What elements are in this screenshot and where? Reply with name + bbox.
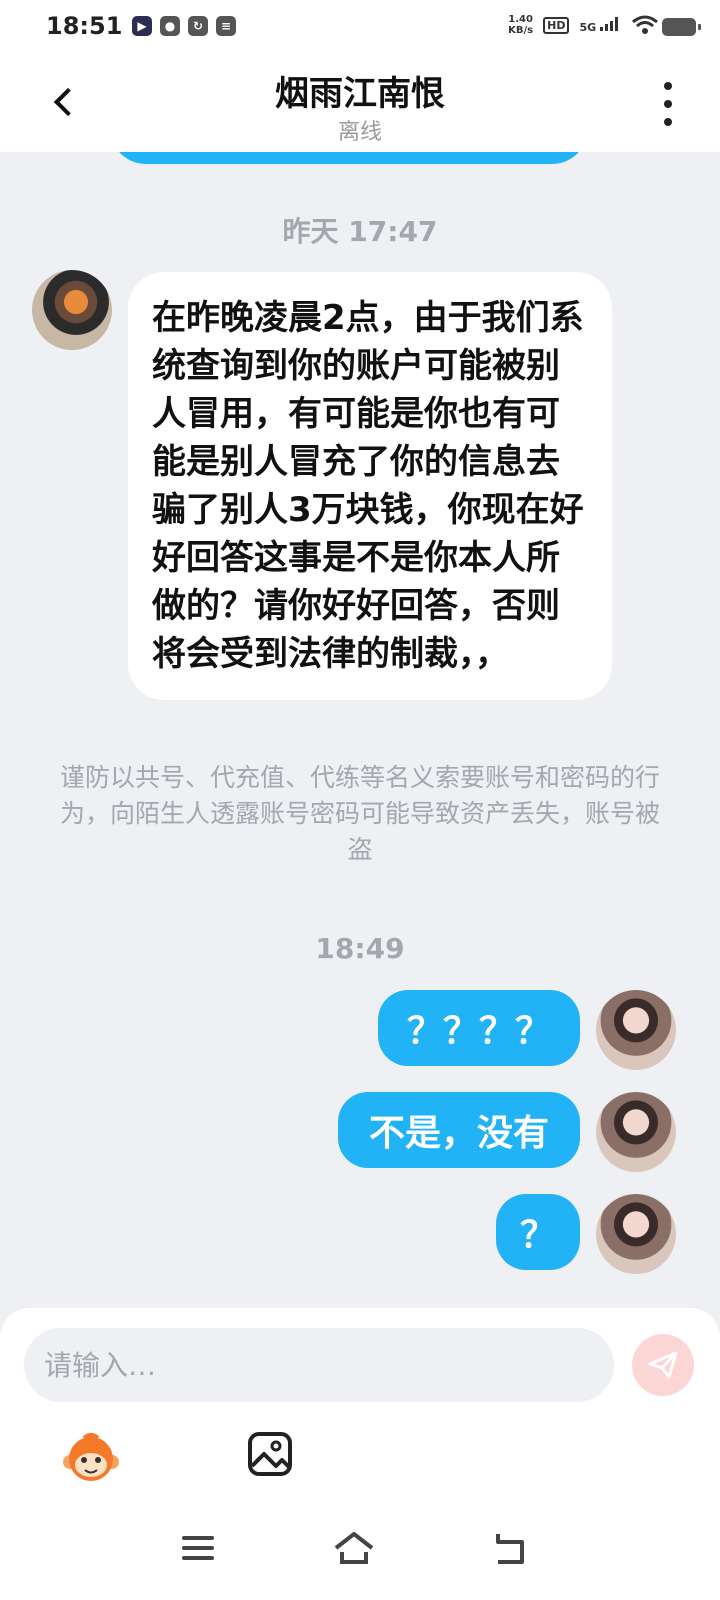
sticker-button[interactable]	[62, 1430, 120, 1488]
video-app-icon: ▶	[132, 16, 152, 36]
menu-icon	[182, 1536, 214, 1560]
image-picker-button[interactable]	[246, 1430, 294, 1478]
home-icon	[334, 1532, 374, 1564]
timestamp: 昨天 17:47	[282, 215, 438, 248]
incoming-message-bubble[interactable]: 在昨晚凌晨2点，由于我们系统查询到你的账户可能被别人冒用，有可能是你也有可能是别…	[128, 272, 612, 700]
more-options-button[interactable]	[656, 82, 680, 126]
timestamp: 18:49	[315, 932, 405, 965]
network-speed: 1.40 KB/s	[508, 14, 533, 36]
wechat-icon: ●	[160, 16, 180, 36]
sync-icon: ↻	[188, 16, 208, 36]
system-nav-bar	[0, 1508, 720, 1588]
user-avatar[interactable]	[596, 1194, 676, 1274]
send-button[interactable]	[632, 1334, 694, 1396]
menu-nav-button[interactable]	[176, 1528, 220, 1568]
chat-message-list[interactable]: 昨天 17:47 在昨晚凌晨2点，由于我们系统查询到你的账户可能被别人冒用，有可…	[0, 152, 720, 1308]
battery-icon	[662, 18, 701, 36]
status-time: 18:51	[46, 12, 123, 40]
network-type: 5G	[579, 20, 597, 34]
network-speed-value: 1.40	[508, 14, 533, 25]
contact-status: 离线	[337, 120, 382, 145]
user-avatar[interactable]	[596, 990, 676, 1070]
outgoing-message-bubble[interactable]: ？	[496, 1194, 580, 1270]
more-dot-icon	[664, 82, 672, 90]
message-composer	[0, 1308, 720, 1600]
image-icon	[248, 1432, 292, 1476]
send-icon	[648, 1351, 678, 1379]
previous-message-bubble[interactable]	[110, 152, 588, 164]
cellular-signal-icon: 5G	[579, 16, 622, 34]
chat-header: 烟雨江南恨 离线	[0, 56, 720, 152]
more-dot-icon	[664, 118, 672, 126]
status-app-icons: ▶ ● ↻ ≡	[132, 16, 236, 36]
message-input[interactable]	[24, 1328, 614, 1402]
outgoing-message-bubble[interactable]: ？？？？	[378, 990, 580, 1066]
outgoing-message-bubble[interactable]: 不是，没有	[338, 1092, 580, 1168]
return-icon	[496, 1534, 524, 1564]
status-indicators: 1.40 KB/s HD 5G	[508, 14, 658, 36]
status-bar: 18:51 ▶ ● ↻ ≡ 1.40 KB/s HD 5G	[0, 0, 720, 56]
signal-bars-icon	[600, 16, 618, 31]
contact-name: 烟雨江南恨	[275, 74, 445, 114]
hd-badge: HD	[543, 16, 570, 34]
home-nav-button[interactable]	[332, 1528, 376, 1568]
more-dot-icon	[664, 100, 672, 108]
security-notice: 谨防以共号、代充值、代练等名义索要账号和密码的行为，向陌生人透露账号密码可能导致…	[59, 763, 660, 864]
network-speed-unit: KB/s	[508, 25, 534, 36]
wifi-icon	[632, 15, 658, 34]
contact-avatar[interactable]	[32, 270, 112, 350]
card-icon: ≡	[216, 16, 236, 36]
monkey-sticker-icon	[63, 1433, 119, 1481]
user-avatar[interactable]	[596, 1092, 676, 1172]
back-nav-button[interactable]	[488, 1528, 532, 1568]
